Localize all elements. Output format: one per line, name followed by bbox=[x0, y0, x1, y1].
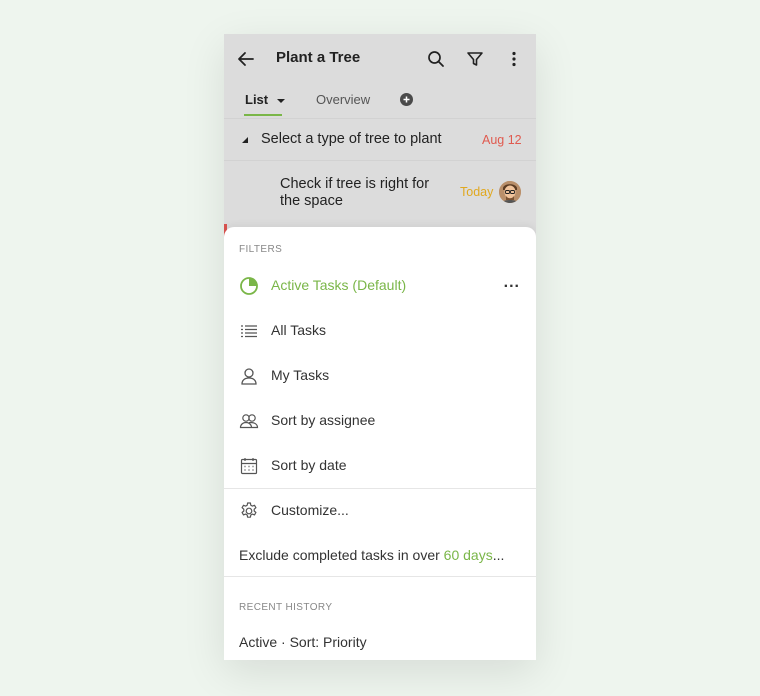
task-title-line: the space bbox=[280, 193, 343, 209]
filters-section-label: FILTERS bbox=[239, 244, 283, 255]
chevron-down-icon bbox=[276, 98, 285, 103]
list-icon bbox=[239, 321, 259, 341]
recent-history-label: RECENT HISTORY bbox=[239, 602, 333, 613]
exclude-prefix: Exclude completed tasks in over bbox=[239, 547, 444, 563]
task-title-line: Check if tree is right for bbox=[280, 176, 430, 192]
calendar-icon bbox=[239, 456, 259, 476]
more-vertical-icon[interactable] bbox=[502, 47, 526, 71]
tab-overview[interactable]: Overview bbox=[316, 92, 370, 107]
task-row[interactable]: Select a type of tree to plant Aug 12 bbox=[224, 118, 536, 161]
filter-label: All Tasks bbox=[271, 322, 326, 338]
tab-list[interactable]: List bbox=[245, 92, 285, 107]
app-screen: Plant a Tree List Overview Select a type… bbox=[224, 34, 536, 660]
active-tab-indicator bbox=[244, 114, 282, 116]
people-icon bbox=[239, 411, 259, 431]
due-date: Aug 12 bbox=[482, 133, 522, 147]
top-app-bar: Plant a Tree bbox=[224, 34, 536, 84]
page-title: Plant a Tree bbox=[276, 49, 361, 66]
search-icon[interactable] bbox=[424, 47, 448, 71]
pie-chart-icon bbox=[239, 276, 259, 296]
task-row[interactable]: Check if tree is right for the space Tod… bbox=[224, 160, 536, 225]
filter-icon[interactable] bbox=[463, 47, 487, 71]
filter-sort-assignee[interactable]: Sort by assignee bbox=[224, 399, 536, 443]
more-options-icon[interactable]: ... bbox=[504, 274, 520, 292]
task-title: Check if tree is right for the space bbox=[280, 176, 429, 210]
avatar[interactable] bbox=[499, 181, 521, 203]
customize-label: Customize... bbox=[271, 502, 349, 518]
due-date: Today bbox=[460, 185, 494, 199]
collapse-triangle-icon[interactable] bbox=[242, 137, 249, 144]
exclude-days-link[interactable]: 60 days bbox=[444, 547, 493, 563]
filter-sort-date[interactable]: Sort by date bbox=[224, 444, 536, 488]
filter-my-tasks[interactable]: My Tasks bbox=[224, 354, 536, 398]
filter-label: Sort by assignee bbox=[271, 412, 376, 428]
add-circle-icon[interactable] bbox=[399, 92, 413, 106]
recent-history-item[interactable]: Active · Sort: Priority bbox=[239, 634, 367, 650]
view-tabs: List Overview bbox=[224, 84, 536, 118]
exclude-suffix: ... bbox=[492, 547, 505, 563]
exclude-completed-setting[interactable]: Exclude completed tasks in over 60 days.… bbox=[239, 547, 504, 563]
filter-label: My Tasks bbox=[271, 367, 330, 383]
filter-label: Active Tasks (Default) bbox=[271, 277, 407, 293]
divider bbox=[224, 576, 536, 577]
filter-all-tasks[interactable]: All Tasks bbox=[224, 309, 536, 353]
gear-icon bbox=[239, 501, 259, 521]
filter-active-tasks[interactable]: Active Tasks (Default) ... bbox=[224, 264, 536, 308]
tab-list-label: List bbox=[245, 92, 269, 107]
task-title: Select a type of tree to plant bbox=[261, 131, 442, 147]
person-icon bbox=[239, 366, 259, 386]
filters-sheet: FILTERS Active Tasks (Default) ... All T… bbox=[224, 227, 536, 660]
filter-label: Sort by date bbox=[271, 457, 347, 473]
customize-item[interactable]: Customize... bbox=[224, 489, 536, 533]
back-arrow-icon[interactable] bbox=[234, 47, 258, 71]
